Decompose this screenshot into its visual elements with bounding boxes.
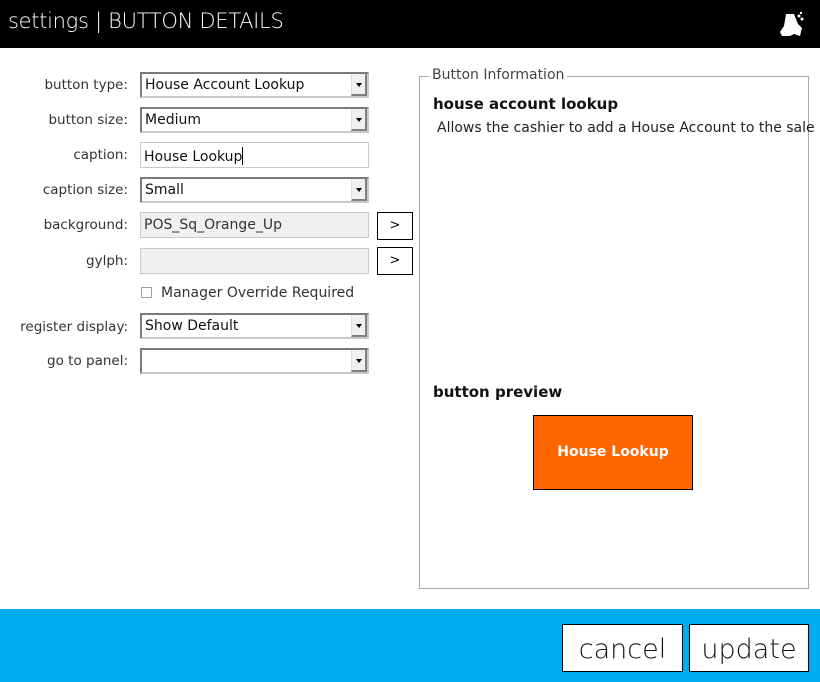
chevron-down-icon[interactable] — [351, 315, 367, 337]
manager-override-checkbox[interactable] — [141, 287, 152, 298]
chevron-down-icon[interactable] — [351, 350, 367, 372]
register-display-select[interactable]: Show Default — [140, 313, 369, 339]
button-preview: House Lookup — [533, 415, 693, 490]
caption-size-select[interactable]: Small — [140, 177, 369, 203]
caption-value: House Lookup — [144, 149, 243, 165]
title-bar: settings | BUTTON DETAILS — [0, 0, 820, 48]
button-information-group — [419, 76, 809, 589]
go-to-panel-select[interactable] — [140, 348, 369, 374]
group-title: Button Information — [429, 67, 568, 83]
register-display-value: Show Default — [145, 318, 239, 334]
register-display-label: register display: — [20, 319, 128, 335]
app-logo-icon — [780, 11, 804, 36]
chevron-down-icon[interactable] — [351, 74, 367, 96]
background-field: POS_Sq_Orange_Up — [140, 212, 369, 238]
glyph-browse-button[interactable]: > — [377, 247, 413, 275]
button-type-value: House Account Lookup — [145, 77, 305, 93]
chevron-down-icon[interactable] — [351, 179, 367, 201]
manager-override-label[interactable]: Manager Override Required — [161, 285, 354, 301]
background-value: POS_Sq_Orange_Up — [144, 217, 282, 233]
button-size-select[interactable]: Medium — [140, 107, 369, 133]
page-title: settings | BUTTON DETAILS — [8, 9, 284, 33]
caption-label: caption: — [73, 147, 128, 163]
button-preview-label: button preview — [433, 383, 563, 401]
button-type-label: button type: — [44, 77, 128, 93]
button-size-value: Medium — [145, 112, 201, 128]
glyph-label: gylph: — [86, 253, 128, 269]
button-size-label: button size: — [48, 112, 128, 128]
button-type-select[interactable]: House Account Lookup — [140, 72, 369, 98]
cancel-button[interactable]: cancel — [562, 624, 683, 672]
go-to-panel-label: go to panel: — [47, 353, 128, 369]
glyph-field — [140, 248, 369, 274]
caption-input[interactable]: House Lookup — [140, 142, 369, 168]
text-caret — [242, 147, 244, 165]
update-button[interactable]: update — [689, 624, 809, 672]
button-info-description: Allows the cashier to add a House Accoun… — [437, 120, 815, 136]
button-info-name: house account lookup — [433, 95, 619, 113]
background-browse-button[interactable]: > — [377, 212, 413, 240]
chevron-down-icon[interactable] — [351, 109, 367, 131]
caption-size-value: Small — [145, 182, 184, 198]
background-label: background: — [43, 217, 128, 233]
caption-size-label: caption size: — [42, 182, 128, 198]
